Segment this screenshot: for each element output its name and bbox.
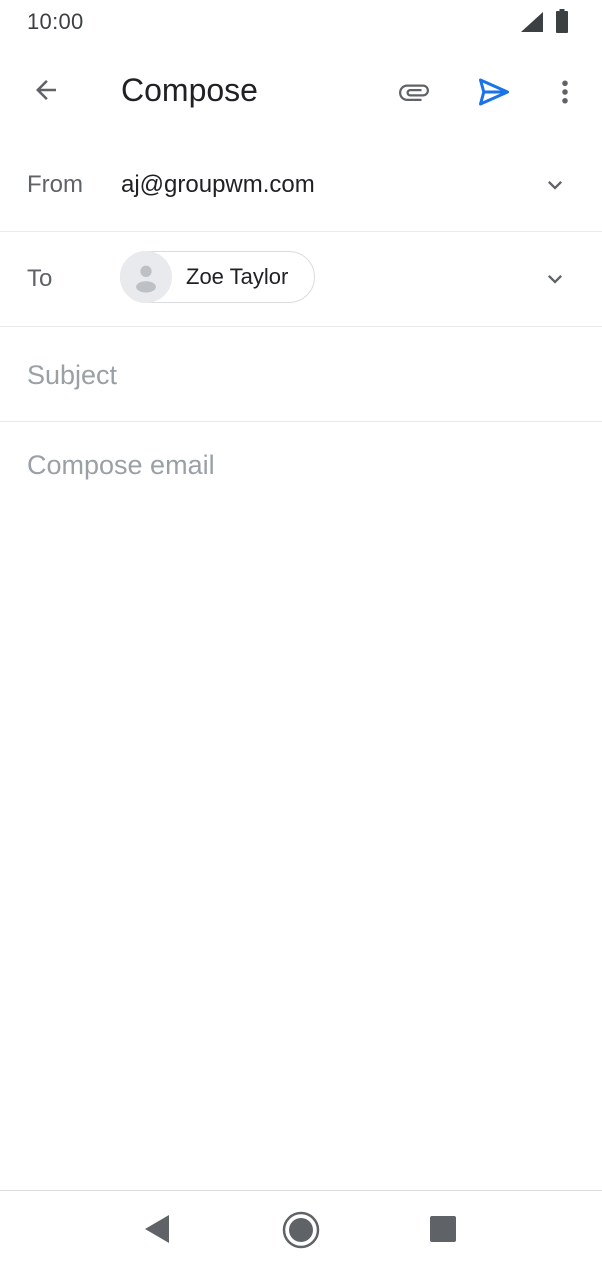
status-time: 10:00 — [27, 9, 84, 34]
system-nav-bar — [0, 1190, 602, 1270]
recipient-name: Zoe Taylor — [186, 264, 289, 289]
chevron-down-icon — [548, 181, 562, 190]
nav-home-button[interactable] — [280, 1209, 322, 1251]
from-row: From aj@groupwm.com — [0, 138, 602, 232]
more-options-button[interactable] — [541, 68, 589, 116]
to-label: To — [27, 265, 53, 292]
more-vert-icon — [562, 80, 568, 104]
back-button[interactable] — [22, 66, 70, 114]
battery-icon — [556, 9, 568, 33]
status-bar: 10:00 — [0, 0, 602, 44]
attach-button[interactable] — [390, 68, 438, 116]
avatar — [120, 251, 172, 303]
app-bar: Compose — [0, 44, 602, 138]
recipient-chip[interactable]: Zoe Taylor — [120, 251, 315, 303]
compose-body-input[interactable] — [27, 446, 575, 1146]
nav-recents-button[interactable] — [423, 1209, 463, 1249]
to-row: To Zoe Taylor — [0, 232, 602, 327]
nav-recents-icon — [430, 1216, 456, 1242]
page-title: Compose — [121, 72, 258, 108]
signal-icon — [521, 12, 543, 32]
to-expand-button[interactable] — [531, 255, 579, 303]
arrow-left-icon — [36, 80, 56, 100]
send-icon — [479, 78, 509, 106]
paperclip-icon — [399, 84, 429, 101]
subject-input[interactable] — [27, 355, 567, 395]
compose-screen: 10:00 Compose From aj@groupwm.com To Zoe… — [0, 0, 602, 1270]
send-button[interactable] — [470, 68, 518, 116]
subject-row — [0, 327, 602, 422]
person-icon — [136, 265, 156, 293]
from-label: From — [27, 171, 83, 198]
nav-back-icon — [145, 1215, 169, 1243]
from-address[interactable]: aj@groupwm.com — [121, 171, 315, 199]
nav-back-button[interactable] — [138, 1209, 178, 1249]
from-expand-button[interactable] — [531, 161, 579, 209]
chevron-down-icon — [548, 275, 562, 284]
nav-home-icon — [282, 1211, 320, 1249]
